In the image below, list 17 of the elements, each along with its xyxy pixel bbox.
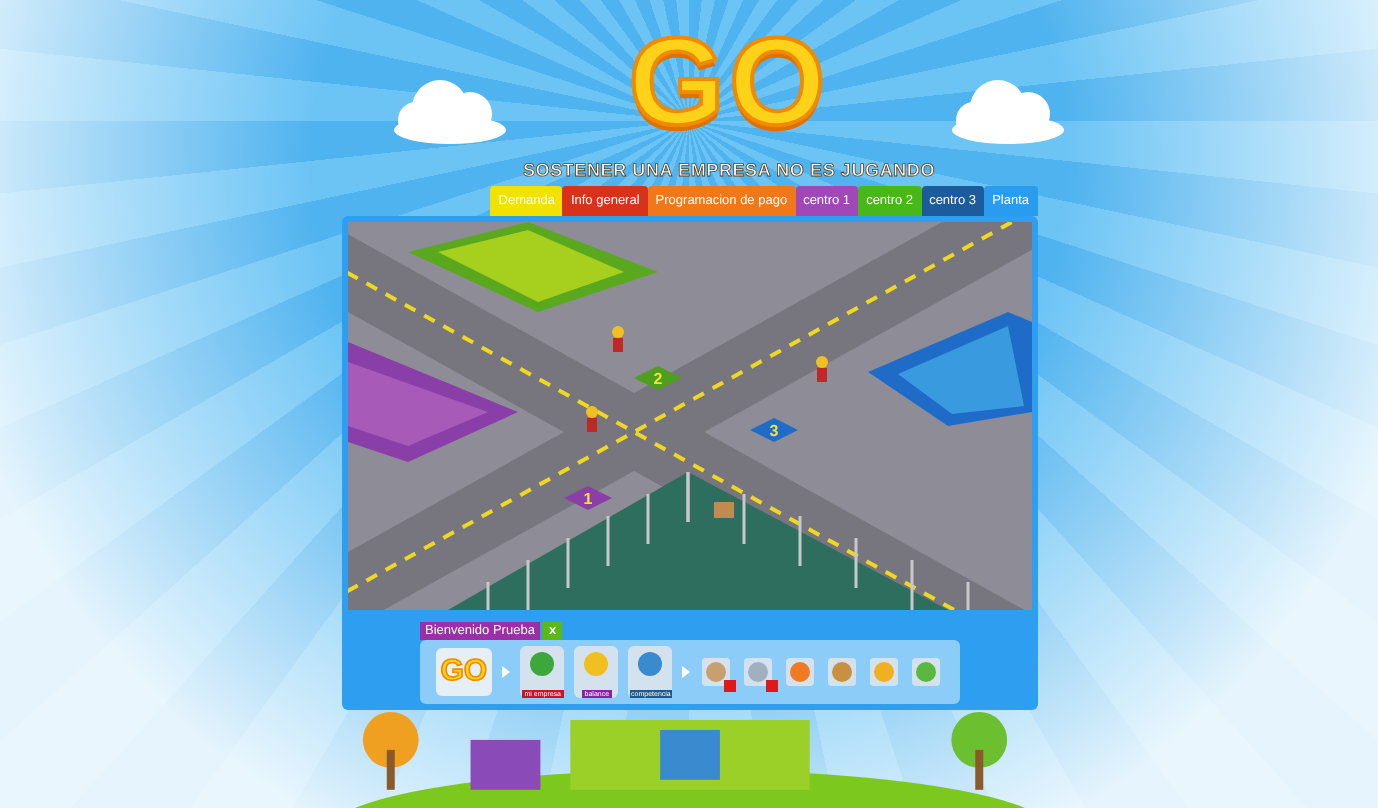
menu-icon [528, 649, 557, 678]
plot-number: 3 [768, 421, 778, 440]
game-logo: GO [628, 12, 830, 156]
alert-badge [766, 679, 779, 692]
menu-icon [636, 649, 665, 678]
tool-button[interactable] [910, 655, 943, 688]
plot-number: 2 [652, 369, 662, 388]
arrow-icon [682, 665, 691, 678]
plot-number: 1 [582, 489, 592, 508]
tagline: SOSTENER UNA EMPRESA NO ES JUGANDO [522, 160, 936, 180]
arrow-icon [502, 665, 511, 678]
tool-button[interactable] [742, 655, 775, 688]
menu-icon [582, 649, 611, 678]
tool-button[interactable] [826, 655, 859, 688]
tool-button[interactable] [700, 655, 733, 688]
tool-button[interactable] [784, 655, 817, 688]
alert-badge [724, 679, 737, 692]
